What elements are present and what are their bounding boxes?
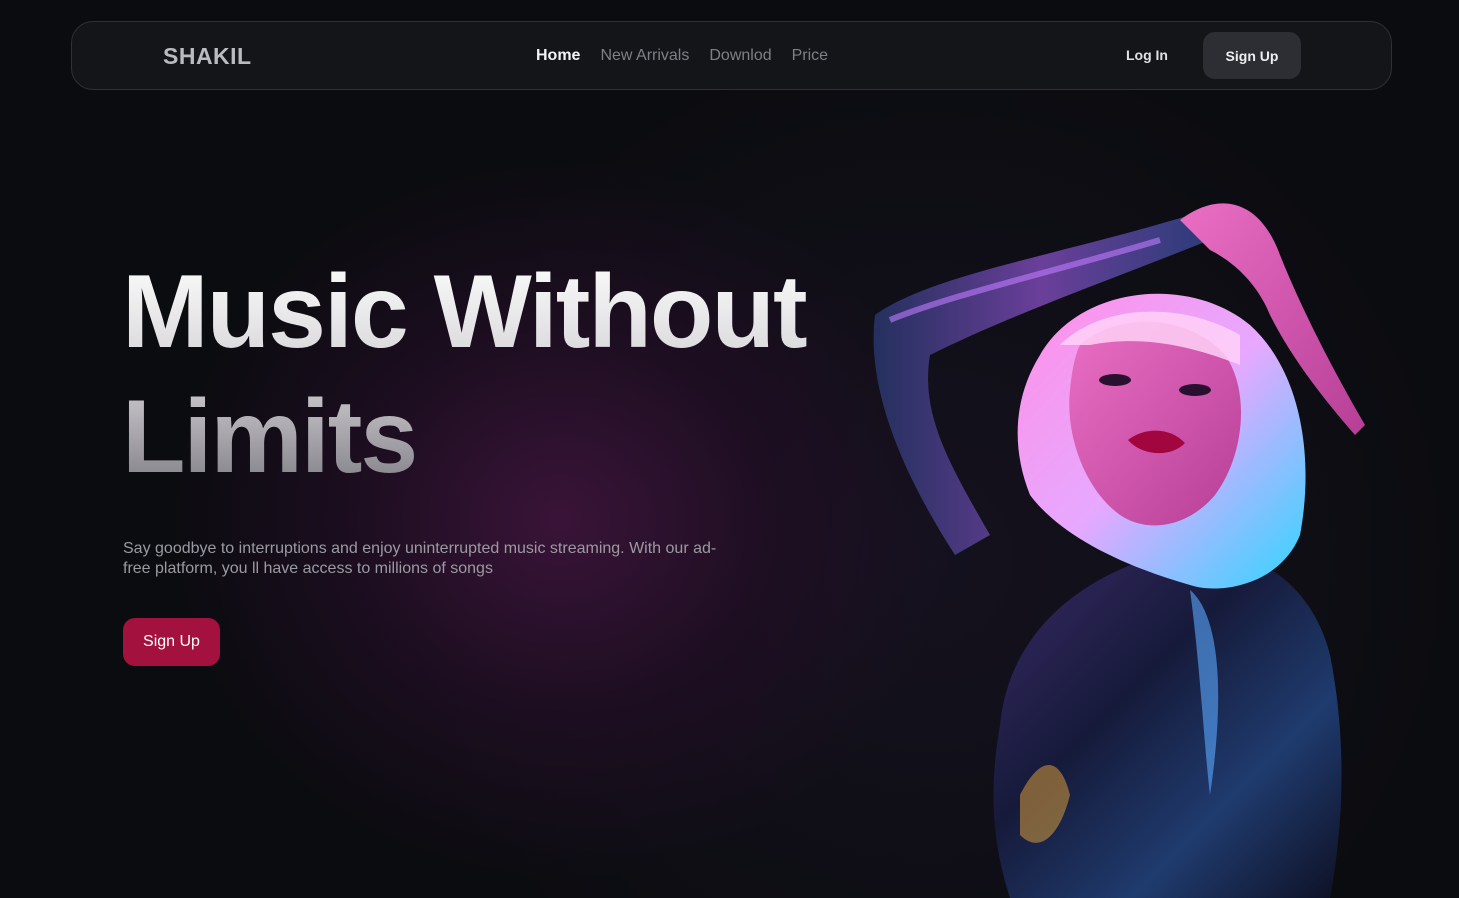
nav-link-price[interactable]: Price <box>792 47 828 65</box>
landing-page: SHAKIL Home New Arrivals Downlod Price L… <box>0 0 1459 898</box>
login-button[interactable]: Log In <box>1126 47 1168 63</box>
navbar: SHAKIL Home New Arrivals Downlod Price L… <box>71 21 1392 90</box>
hero-description: Say goodbye to interruptions and enjoy u… <box>123 540 717 577</box>
woman-portrait-image <box>860 195 1380 898</box>
nav-link-download[interactable]: Downlod <box>709 47 771 65</box>
hero-title-line2: Limits <box>122 375 882 500</box>
hero-signup-button[interactable]: Sign Up <box>123 618 220 666</box>
nav-signup-button[interactable]: Sign Up <box>1203 32 1301 79</box>
brand-logo[interactable]: SHAKIL <box>163 43 252 70</box>
hero-title-line1: Music Without <box>122 250 882 375</box>
nav-link-home[interactable]: Home <box>536 47 580 65</box>
nav-links: Home New Arrivals Downlod Price <box>536 47 828 65</box>
hero-title: Music Without Limits <box>122 250 882 500</box>
nav-link-new-arrivals[interactable]: New Arrivals <box>600 47 689 65</box>
